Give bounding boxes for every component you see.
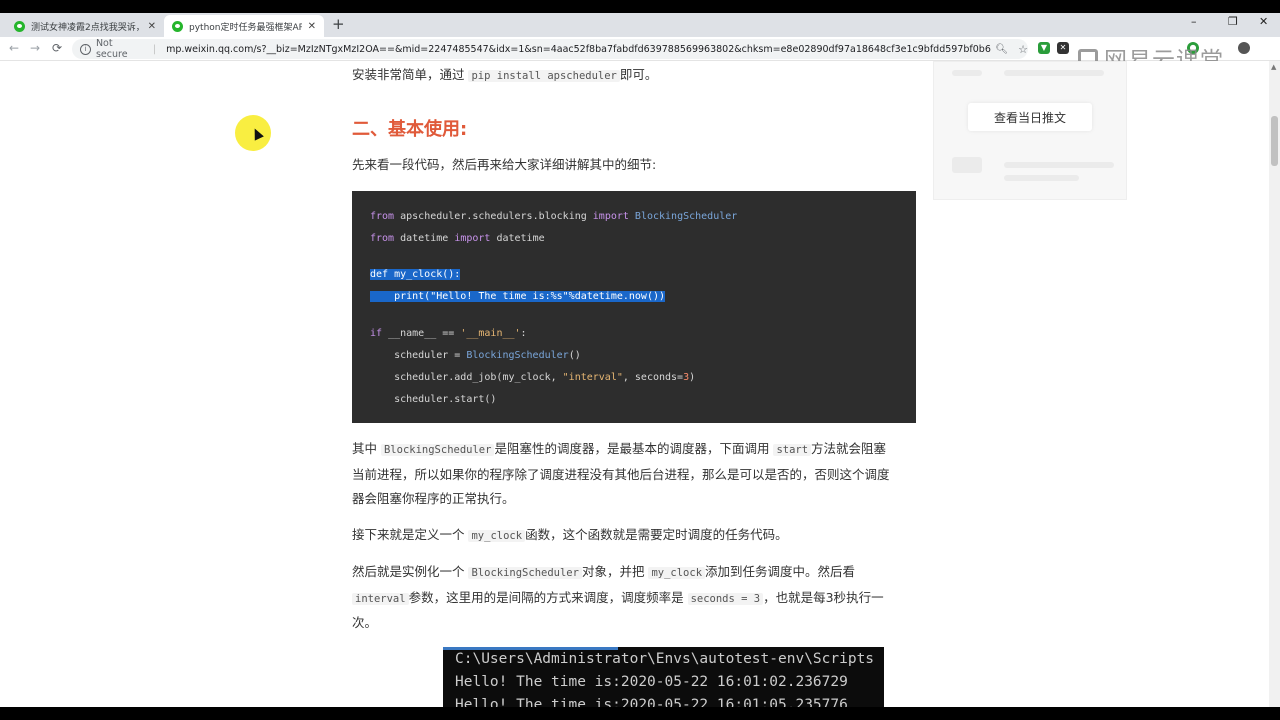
- code-line-1: from apscheduler.schedulers.blocking imp…: [370, 211, 738, 222]
- url-text[interactable]: mp.weixin.qq.com/s?__biz=MzIzNTgxMzI2OA=…: [166, 44, 991, 55]
- blurred-placeholder: [952, 157, 982, 173]
- terminal-line: C:\Users\Administrator\Envs\autotest-env…: [455, 651, 875, 667]
- close-window-button[interactable]: ✕: [1259, 15, 1268, 28]
- reload-button[interactable]: ⟳: [52, 41, 62, 55]
- terminal-screenshot: C:\Users\Administrator\Envs\autotest-env…: [443, 647, 884, 707]
- divider: |: [152, 43, 157, 55]
- code-line-8: scheduler.start(): [370, 394, 497, 405]
- scroll-up-icon[interactable]: ▲: [1271, 63, 1276, 71]
- terminal-line: Hello! The time is:2020-05-22 16:01:05.2…: [455, 697, 848, 707]
- close-tab-icon[interactable]: ✕: [148, 21, 156, 32]
- view-daily-posts-button[interactable]: 查看当日推文: [968, 103, 1092, 131]
- address-bar[interactable]: i Not secure | mp.weixin.qq.com/s?__biz=…: [72, 38, 1028, 60]
- intro-paragraph: 先来看一段代码，然后再来给大家详细讲解其中的细节:: [352, 157, 657, 172]
- profile-avatar[interactable]: [1238, 42, 1250, 54]
- blurred-placeholder: [1004, 162, 1114, 168]
- shield-extension-icon[interactable]: ▼: [1038, 42, 1050, 54]
- maximize-button[interactable]: ❐: [1228, 15, 1238, 28]
- x-extension-icon[interactable]: ✕: [1057, 42, 1069, 54]
- code-line-2: from datetime import datetime: [370, 233, 545, 244]
- page-scrollbar[interactable]: ▲: [1269, 61, 1280, 707]
- letterbox-top: [0, 0, 1280, 13]
- wechat-icon: [172, 20, 183, 32]
- minimize-button[interactable]: –: [1191, 15, 1197, 28]
- blurred-placeholder: [1004, 175, 1079, 181]
- forward-button[interactable]: →: [30, 41, 40, 55]
- blurred-placeholder: [952, 70, 982, 76]
- article-page: 安装非常简单，通过 pip install apscheduler 即可。 二、基…: [0, 61, 1280, 707]
- blocking-scheduler-paragraph: 其中 BlockingScheduler 是阻塞性的调度器，是最基本的调度器，下面…: [352, 441, 890, 506]
- info-icon[interactable]: i: [80, 43, 91, 55]
- tab-apscheduler-article[interactable]: python定时任务最强框架APScheduler ✕: [164, 15, 324, 37]
- zoom-icon[interactable]: 🔍︎: [995, 44, 1008, 55]
- code-line-6: scheduler = BlockingScheduler(): [370, 350, 581, 361]
- code-line-4-selected: print("Hello! The time is:%s"%datetime.n…: [370, 291, 666, 302]
- code-line-7: scheduler.add_job(my_clock, "interval", …: [370, 372, 696, 383]
- instantiate-paragraph: 然后就是实例化一个 BlockingScheduler 对象，并把 my_cloc…: [352, 564, 884, 630]
- close-tab-icon[interactable]: ✕: [308, 21, 316, 32]
- back-button[interactable]: ←: [9, 41, 19, 55]
- code-line-5: if __name__ == '__main__':: [370, 328, 527, 339]
- terminal-line: Hello! The time is:2020-05-22 16:01:02.2…: [455, 674, 848, 690]
- wechat-icon: [14, 20, 25, 32]
- section-heading: 二、基本使用:: [352, 119, 468, 140]
- tab-title: python定时任务最强框架APScheduler: [189, 22, 302, 33]
- my-clock-paragraph: 接下来就是定义一个 my_clock 函数，这个函数就是需要定时调度的任务代码。: [352, 527, 788, 542]
- tab-bar: 测试女神凌霞2点找我哭诉，竟是 ✕ python定时任务最强框架APSchedu…: [0, 13, 1280, 37]
- install-paragraph: 安装非常简单，通过 pip install apscheduler 即可。: [352, 67, 658, 82]
- bookmark-star-icon[interactable]: ☆: [1018, 43, 1028, 56]
- tab-title: 测试女神凌霞2点找我哭诉，竟是: [31, 22, 142, 33]
- tab-wechat-article-1[interactable]: 测试女神凌霞2点找我哭诉，竟是 ✕: [6, 15, 164, 37]
- code-block: from apscheduler.schedulers.blocking imp…: [352, 191, 916, 423]
- blurred-placeholder: [1004, 70, 1104, 76]
- security-label: Not secure: [95, 38, 128, 60]
- scrollbar-thumb[interactable]: [1271, 116, 1278, 166]
- new-tab-button[interactable]: +: [332, 15, 345, 33]
- inline-code: pip install apscheduler: [468, 70, 620, 82]
- terminal-title-bar: [443, 647, 618, 650]
- code-line-3-selected: def my_clock():: [370, 269, 461, 280]
- letterbox-bottom: [0, 707, 1280, 720]
